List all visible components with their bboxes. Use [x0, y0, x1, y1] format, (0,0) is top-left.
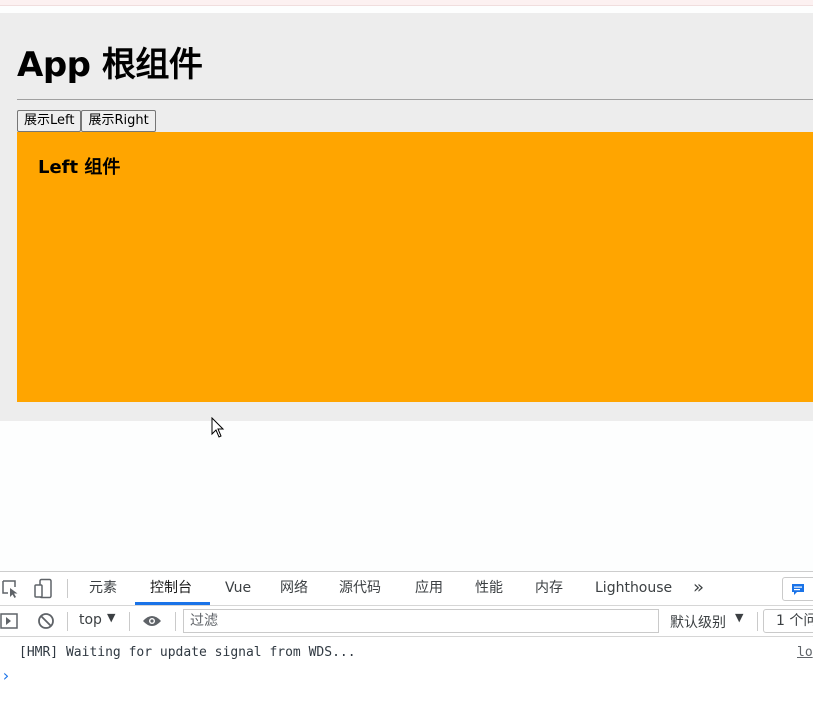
show-right-button[interactable]: 展示Right [81, 110, 156, 132]
tab-separator [67, 579, 68, 598]
browser-top-strip [0, 0, 813, 6]
tab-lighthouse[interactable]: Lighthouse [595, 572, 672, 605]
tab-application[interactable]: 应用 [415, 572, 443, 605]
tab-elements[interactable]: 元素 [89, 572, 117, 605]
console-toolbar: top ▼ 过滤 默认级别 ▼ 1 个问 [0, 606, 813, 637]
context-selector[interactable]: top [79, 612, 102, 628]
app-root: App 根组件 展示Left 展示Right Left 组件 [0, 13, 813, 421]
console-source-link[interactable]: lo [797, 645, 813, 660]
active-tab-indicator [135, 602, 210, 605]
more-tabs-icon[interactable]: » [693, 572, 704, 605]
tab-performance[interactable]: 性能 [475, 572, 503, 605]
toolbar-separator [129, 612, 130, 631]
mouse-cursor-icon [211, 417, 225, 438]
console-message: [HMR] Waiting for update signal from WDS… [19, 645, 356, 660]
left-component-panel: Left 组件 [17, 132, 813, 402]
context-dropdown-icon[interactable]: ▼ [107, 611, 115, 624]
inspect-element-icon[interactable] [1, 579, 21, 599]
sidebar-toggle-icon[interactable] [0, 613, 20, 629]
message-icon [792, 584, 804, 595]
issues-counter-button[interactable] [782, 577, 813, 601]
devtools-tab-bar: 元素 控制台 Vue 网络 源代码 应用 性能 内存 Lighthouse » [0, 572, 813, 606]
divider [17, 99, 813, 100]
toolbar-separator [67, 612, 68, 631]
toolbar-separator [175, 612, 176, 631]
issues-count-box[interactable]: 1 个问 [763, 609, 813, 633]
toolbar-separator [757, 612, 758, 631]
level-dropdown-icon[interactable]: ▼ [735, 611, 743, 624]
tab-vue[interactable]: Vue [225, 572, 251, 605]
device-toolbar-icon[interactable] [33, 578, 53, 600]
clear-console-icon[interactable] [37, 612, 55, 630]
show-left-button[interactable]: 展示Left [17, 110, 82, 132]
tab-sources[interactable]: 源代码 [339, 572, 381, 605]
filter-input[interactable]: 过滤 [183, 609, 659, 633]
devtools-panel: 元素 控制台 Vue 网络 源代码 应用 性能 内存 Lighthouse » … [0, 571, 813, 715]
log-level-selector[interactable]: 默认级别 [670, 612, 726, 632]
left-component-title: Left 组件 [38, 157, 121, 178]
app-title: App 根组件 [17, 45, 203, 85]
button-row: 展示Left 展示Right [17, 110, 156, 132]
tab-console[interactable]: 控制台 [150, 572, 192, 605]
console-prompt-icon[interactable]: › [1, 666, 11, 685]
tab-memory[interactable]: 内存 [535, 572, 563, 605]
tab-network[interactable]: 网络 [280, 572, 308, 605]
live-expression-eye-icon[interactable] [142, 614, 162, 628]
